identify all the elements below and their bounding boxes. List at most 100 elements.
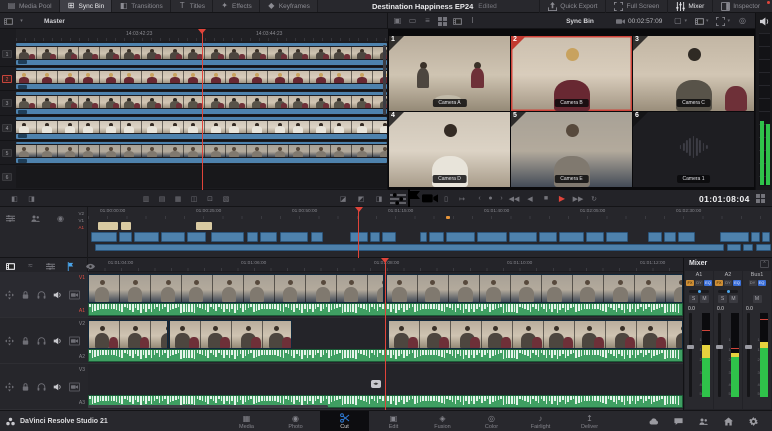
source-tape-icon[interactable]: ▭ [408,17,417,26]
camera-tile-5[interactable]: 5Camera E [511,112,632,187]
video-clip[interactable] [370,232,380,242]
source-overwrite-icon[interactable]: ▧ [218,193,234,205]
move-icon[interactable] [5,382,14,391]
speaker-icon[interactable] [53,290,62,299]
point-button[interactable]: ● [485,193,496,205]
quick-export-button[interactable]: Quick Export [539,0,605,13]
inspector-button[interactable]: Inspector [712,0,768,13]
split-clip-icon[interactable]: ◧ [6,193,23,205]
headphones-icon[interactable] [37,290,46,299]
pan-slider[interactable] [718,290,738,293]
video-clip[interactable] [280,232,309,242]
mixer-button[interactable]: Mixer [667,0,712,13]
fx-badge[interactable]: FX [686,280,694,286]
cloud-icon[interactable] [649,417,658,426]
page-tab-fusion[interactable]: ◈Fusion [418,411,467,431]
camera-icon[interactable] [69,382,80,391]
tab-transitions[interactable]: ◧Transitions [112,0,171,12]
video-clip[interactable] [539,232,557,242]
video-clip[interactable] [91,232,117,242]
tab-titles[interactable]: TTitles [171,0,213,12]
headphones-icon[interactable] [37,382,46,391]
sync-bin-row[interactable]: 5 [0,141,388,166]
append-icon[interactable]: ▤ [154,193,170,205]
source-clip-icon[interactable]: ▣ [393,17,402,26]
camera-dropdown[interactable]: ▾ [695,17,709,26]
audio-waveform-icon[interactable]: ≈ [26,262,35,271]
boom-icon[interactable]: I [468,17,477,26]
extend-icon[interactable]: ↦ [454,193,470,205]
play-button[interactable]: ▶ [554,193,570,205]
tab-sync-bin[interactable]: ⊞Sync Bin [60,0,113,12]
timeline-settings-icon[interactable] [6,214,15,223]
page-tab-deliver[interactable]: ↥Deliver [565,411,614,431]
fader-handle[interactable] [745,345,752,349]
stop-button[interactable]: ■ [538,193,554,205]
ripple-overwrite-icon[interactable]: ▦ [170,193,186,205]
video-clip[interactable] [664,232,676,242]
settings-icon[interactable] [749,417,758,426]
title-clip[interactable] [98,222,118,230]
close-up-icon[interactable]: ◫ [186,193,202,205]
video-clip[interactable] [88,320,168,349]
sync-bin-row[interactable]: 1 [0,42,388,67]
marker-flag-icon[interactable] [406,193,422,205]
smooth-cut-icon[interactable]: ◨ [370,193,388,205]
tab-keyframes[interactable]: ◆Keyframes [260,0,318,12]
page-tab-edit[interactable]: ▣Edit [369,411,418,431]
video-clip[interactable] [477,232,507,242]
title-clip[interactable] [196,222,212,230]
video-clip[interactable] [211,232,244,242]
timeline-playhead[interactable] [385,258,386,410]
video-clip[interactable] [606,232,628,242]
lock-icon[interactable] [21,290,30,299]
dissolve-transition-icon[interactable]: ◩ [352,193,370,205]
transform-dropdown[interactable]: ▢▾ [673,17,687,26]
overview-content[interactable]: 01:00:00:0001:00:25:0001:00:50:0001:01:1… [88,207,772,258]
video-clip[interactable] [187,232,205,242]
dy-badge[interactable]: DY [749,280,757,286]
filmstrip-view-icon[interactable] [453,17,462,26]
move-icon[interactable] [5,336,14,345]
video-clip[interactable] [509,232,536,242]
eq-badge[interactable]: EQ [758,280,766,286]
snap-clip-icon[interactable]: ◨ [23,193,40,205]
chat-icon[interactable] [674,417,683,426]
solo-button[interactable]: S [718,295,727,303]
lock-icon[interactable] [21,382,30,391]
track-header-v1[interactable]: V1A1 [0,272,88,318]
go-to-end-button[interactable]: ▶▶ [570,193,586,205]
camera-tile-1[interactable]: 1Camera A [389,36,510,111]
marker-icon[interactable]: ◉ [56,214,65,223]
tab-media-pool[interactable]: ▤Media Pool [0,0,60,12]
video-clip[interactable] [350,232,368,242]
page-tab-color[interactable]: ◎Color [467,411,516,431]
fader-track[interactable] [718,313,721,397]
timeline-scrollbar[interactable] [88,405,328,408]
video-clip[interactable] [311,232,323,242]
sync-bin-playhead-handle[interactable] [198,29,206,34]
camera-tile-2[interactable]: 2Camera B [511,36,632,111]
fader-handle[interactable] [716,345,723,349]
fader-handle[interactable] [687,345,694,349]
sync-bin-row[interactable]: 3 [0,91,388,116]
camera-tile-4[interactable]: 4Camera D [389,112,510,187]
eq-badge[interactable]: EQ [704,280,712,286]
audio-clip[interactable] [756,244,771,251]
sync-bin-scrollbar[interactable] [383,45,386,115]
video-clip[interactable] [648,232,662,242]
video-clip[interactable] [388,320,683,349]
filmstrip-view-icon[interactable] [6,262,15,271]
video-clip[interactable] [260,232,278,242]
timeline-playhead-handle[interactable] [381,258,389,263]
page-tab-photo[interactable]: ◉Photo [271,411,320,431]
camera-tile-6[interactable]: 6Camera 1 [633,112,754,187]
cut-transition-icon[interactable]: ◪ [334,193,352,205]
multicam-grid-icon[interactable] [756,194,765,203]
video-clip[interactable] [429,232,445,242]
page-tab-cut[interactable]: Cut [320,411,369,431]
camera-icon[interactable] [69,290,80,299]
mixer-expand-button[interactable]: ⌃ [760,260,769,268]
dy-badge[interactable]: DY [695,280,703,286]
speaker-icon[interactable] [53,382,62,391]
